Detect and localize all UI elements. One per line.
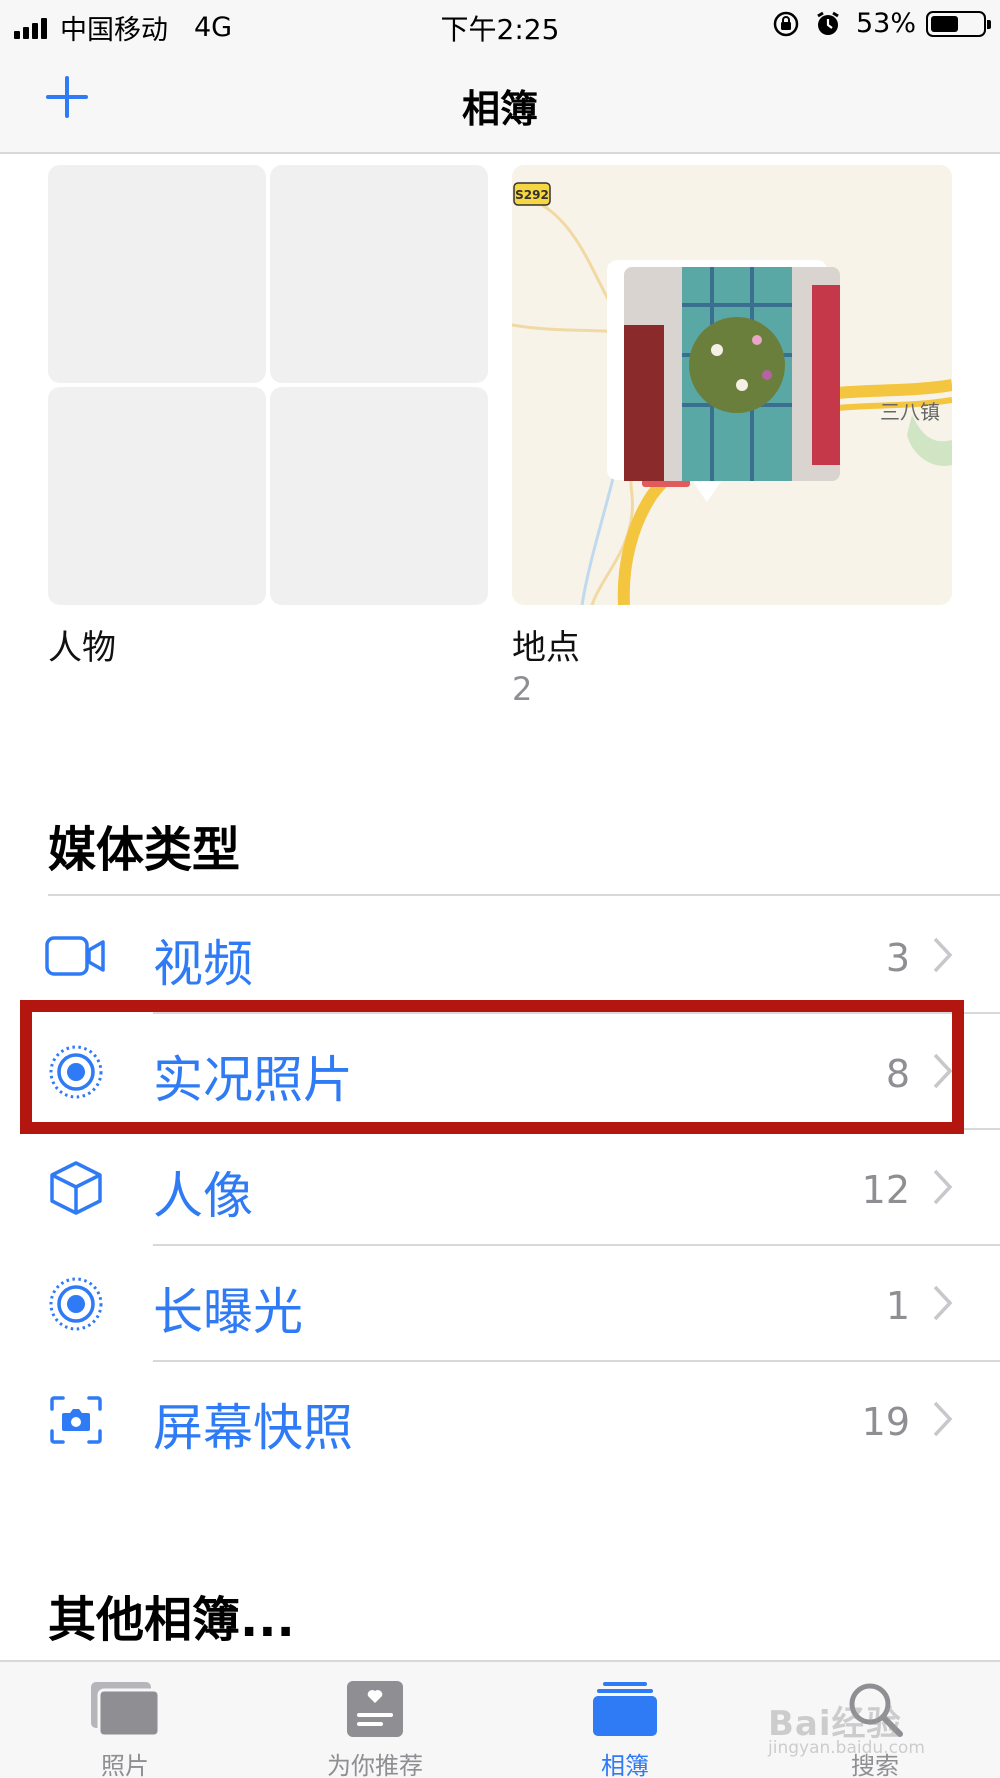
people-placeholder: [48, 387, 266, 605]
tab-label: 照片: [101, 1752, 149, 1778]
photos-stack-icon: [25, 1678, 225, 1740]
people-album-thumbnail[interactable]: [48, 165, 488, 605]
page-title: 相簿: [461, 87, 538, 131]
tab-photos[interactable]: 照片: [25, 1678, 225, 1778]
people-placeholder: [48, 165, 266, 383]
media-row-screenshots[interactable]: 屏幕快照 19: [0, 1360, 1000, 1476]
for-you-heart-icon: [275, 1678, 475, 1740]
media-row-count: 1: [885, 1284, 910, 1328]
media-row-label: 长曝光: [153, 1283, 303, 1341]
battery-icon: [926, 10, 991, 37]
watermark-url: jingyan.baidu.com: [768, 1738, 925, 1758]
status-right: 53%: [772, 8, 991, 39]
tab-albums[interactable]: 相簿: [525, 1678, 725, 1778]
battery-fill: [931, 15, 958, 32]
other-albums-title: 其他相簿...: [48, 1592, 295, 1648]
media-row-videos[interactable]: 视频 3: [0, 896, 1000, 1012]
media-row-label: 人像: [153, 1167, 253, 1225]
albums-icon: [525, 1678, 725, 1740]
map-graphic: S292 三八镇: [512, 182, 952, 605]
people-placeholder: [270, 387, 488, 605]
media-types-title: 媒体类型: [48, 822, 241, 878]
map-road-label: S292: [515, 188, 549, 202]
tab-label: 相簿: [601, 1752, 649, 1778]
chevron-right-icon: [933, 1285, 953, 1321]
places-album-label[interactable]: 地点: [512, 620, 580, 669]
cube-icon: [44, 1161, 108, 1215]
video-camera-icon: [44, 930, 108, 982]
chevron-right-icon: [933, 937, 953, 973]
people-placeholder: [270, 165, 488, 383]
people-album-label[interactable]: 人物: [48, 620, 116, 669]
chevron-right-icon: [933, 1401, 953, 1437]
tab-label: 为你推荐: [327, 1752, 423, 1778]
places-album-count: 2: [512, 670, 533, 708]
media-row-count: 12: [861, 1168, 910, 1212]
battery-percentage: 53%: [855, 8, 916, 39]
tab-for-you[interactable]: 为你推荐: [275, 1678, 475, 1778]
media-row-label: 屏幕快照: [153, 1399, 353, 1457]
media-row-long-exposure[interactable]: 长曝光 1: [0, 1244, 1000, 1360]
alarm-icon: [814, 10, 842, 38]
orientation-lock-icon: [772, 10, 800, 38]
media-row-portrait[interactable]: 人像 12: [0, 1128, 1000, 1244]
places-album-map[interactable]: S292 三八镇: [512, 165, 952, 605]
map-town-label: 三八镇: [880, 400, 940, 424]
status-bar: 中国移动 4G 下午2:25 53%: [0, 0, 1000, 50]
navigation-bar: 相簿: [0, 50, 1000, 154]
highlight-box: [20, 1000, 964, 1134]
screenshot-camera-icon: [44, 1394, 108, 1446]
media-row-count: 19: [861, 1400, 910, 1444]
media-row-count: 3: [885, 936, 910, 980]
chevron-right-icon: [933, 1169, 953, 1205]
media-row-label: 视频: [153, 935, 253, 993]
long-exposure-icon: [44, 1277, 108, 1331]
watermark: Bai经验 jingyan.baidu.com: [760, 1668, 960, 1768]
